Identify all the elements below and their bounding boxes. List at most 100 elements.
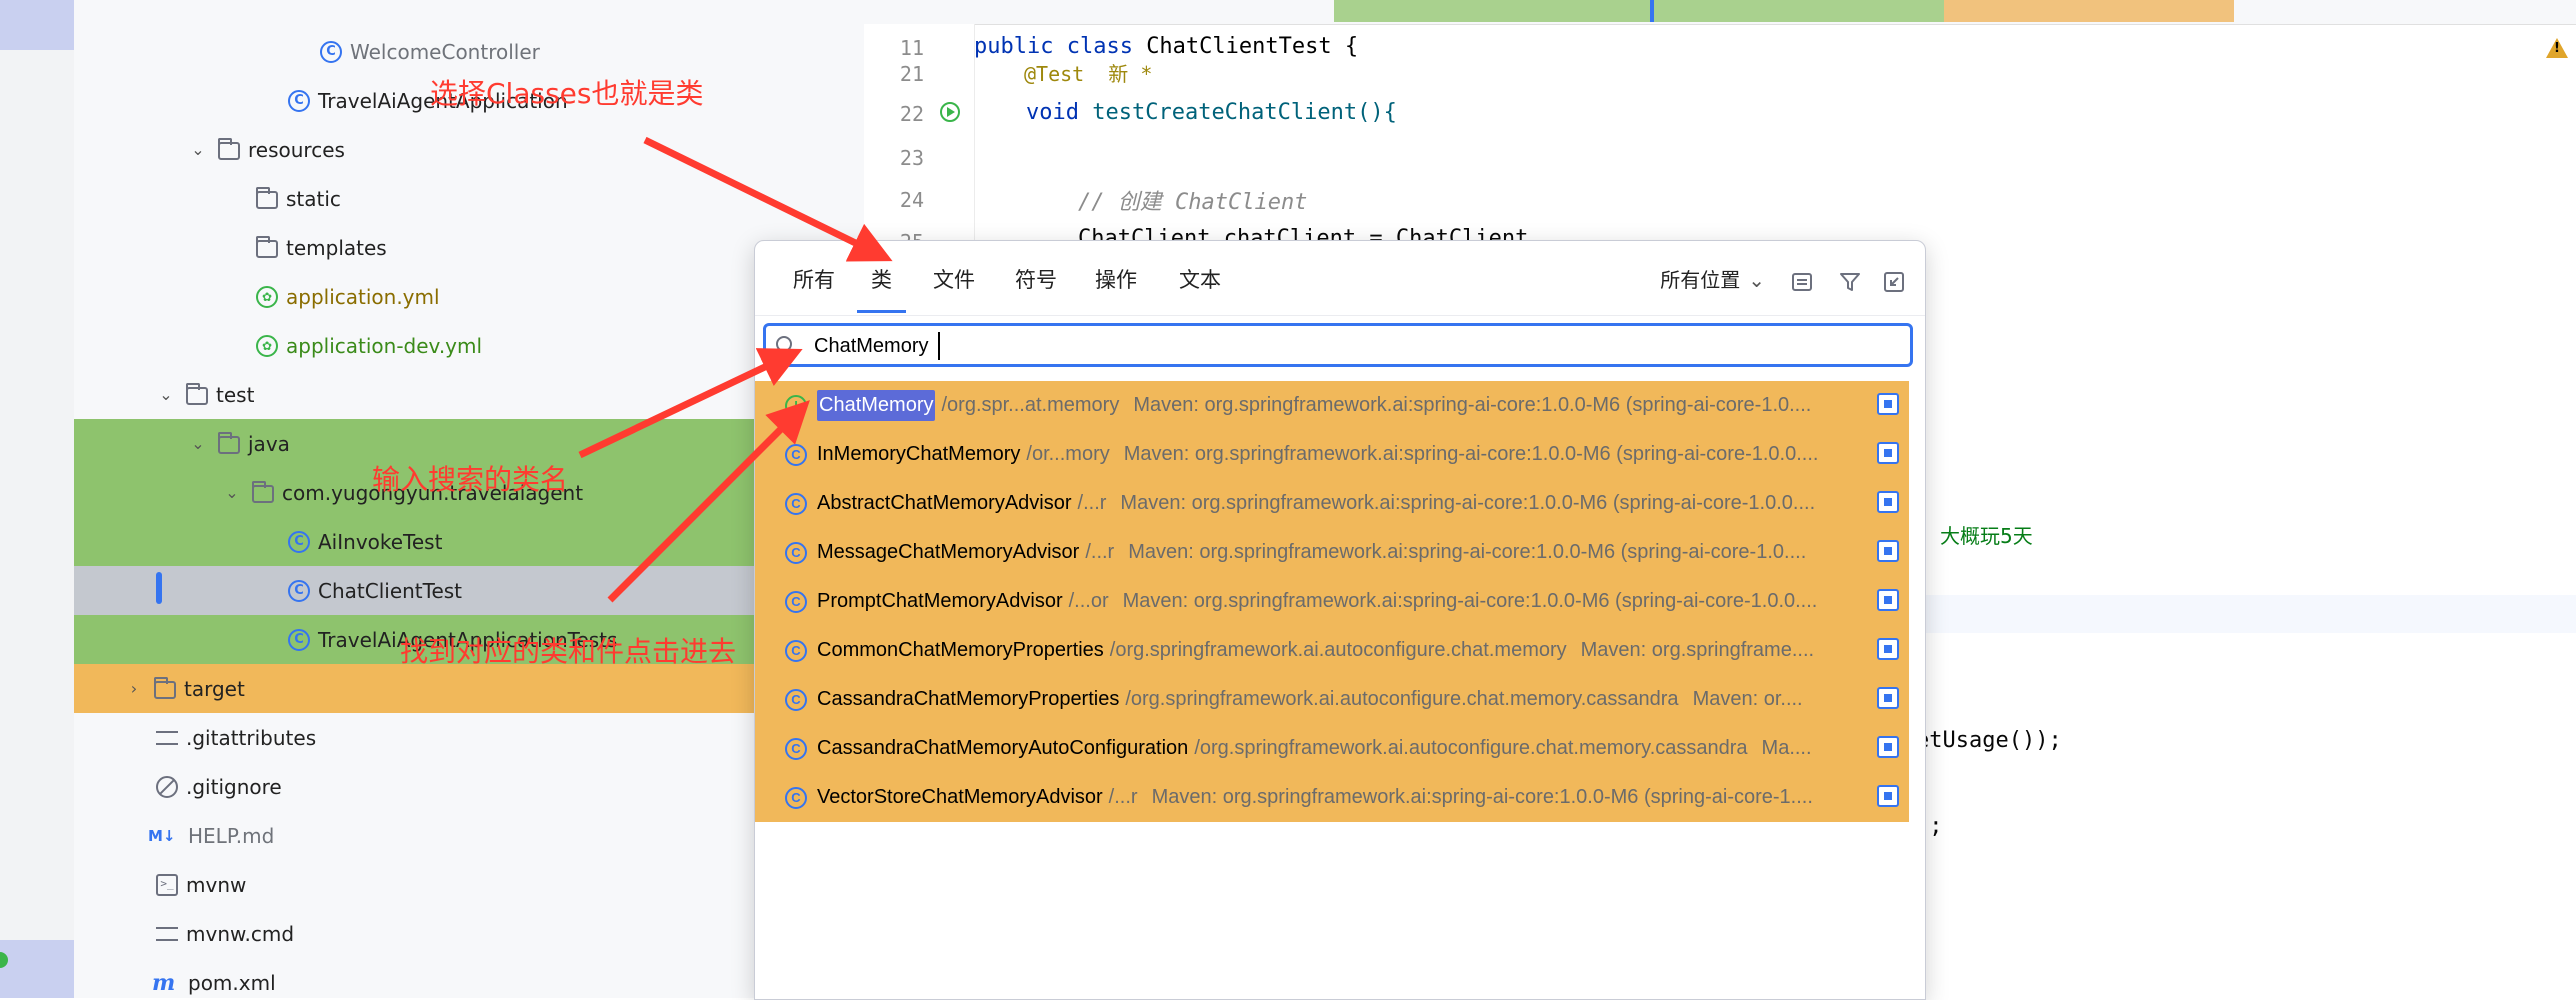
result-row[interactable]: I ChatMemory /org.spr...at.memory Maven:… — [755, 381, 1909, 430]
tree-item-templates[interactable]: templates — [74, 223, 864, 272]
text-file-icon — [156, 926, 178, 941]
search-input[interactable] — [814, 332, 1714, 360]
tree-item-aiinvoketest[interactable]: C AiInvokeTest — [74, 517, 864, 566]
result-row[interactable]: C CommonChatMemoryProperties /org.spring… — [755, 626, 1909, 675]
code-comment: // 创建 ChatClient — [1078, 190, 1308, 215]
result-name: MessageChatMemoryAdvisor — [817, 541, 1080, 563]
preview-icon[interactable] — [1791, 271, 1813, 293]
search-tabs: 所有 类 文件 符号 操作 文本 所有位置 ⌄ — [755, 241, 1925, 316]
tree-item-help-md[interactable]: M↓ HELP.md — [74, 811, 864, 860]
result-name: PromptChatMemoryAdvisor — [817, 590, 1063, 612]
search-icon[interactable] — [776, 336, 792, 352]
abstract-class-icon: C — [785, 492, 807, 515]
library-icon — [1877, 540, 1899, 562]
result-package: /org.spr...at.memory — [941, 394, 1120, 416]
code-text: ChatClientTest { — [1146, 34, 1359, 59]
resources-folder-icon — [218, 137, 240, 160]
chevron-right-icon[interactable]: › — [124, 679, 144, 698]
tree-item-pom-xml[interactable]: m pom.xml — [74, 958, 864, 998]
class-icon: C — [785, 590, 807, 613]
tree-item-welcomecontroller[interactable]: C WelcomeController — [74, 27, 864, 76]
tree-item-target[interactable]: › target — [74, 664, 864, 713]
result-row[interactable]: C AbstractChatMemoryAdvisor /...r Maven:… — [755, 479, 1909, 528]
tab-text[interactable]: 文本 — [1165, 261, 1235, 313]
result-name: InMemoryChatMemory — [817, 443, 1021, 465]
tree-item-test[interactable]: ⌄ test — [74, 370, 864, 419]
result-row[interactable]: C MessageChatMemoryAdvisor /...r Maven: … — [755, 528, 1909, 577]
result-library: Maven: org.springframework.ai:spring-ai-… — [1123, 443, 1819, 465]
project-tree: C WelcomeController C TravelAiAgentAppli… — [74, 0, 864, 998]
tool-window-strip — [0, 0, 75, 998]
result-library: Maven: org.springframework.ai:spring-ai-… — [1120, 492, 1816, 514]
code-keyword: void — [1026, 100, 1093, 125]
result-name: CommonChatMemoryProperties — [817, 639, 1104, 661]
editor-tab[interactable] — [1654, 0, 1944, 22]
result-row[interactable]: C InMemoryChatMemory /or...mory Maven: o… — [755, 430, 1909, 479]
chevron-down-icon[interactable]: ⌄ — [188, 434, 208, 453]
tab-classes[interactable]: 类 — [857, 261, 906, 313]
result-row[interactable]: C PromptChatMemoryAdvisor /...or Maven: … — [755, 577, 1909, 626]
search-box[interactable] — [763, 323, 1913, 367]
result-row[interactable]: C CassandraChatMemoryAutoConfiguration /… — [755, 724, 1909, 773]
chevron-down-icon[interactable]: ⌄ — [222, 483, 242, 502]
library-icon — [1877, 785, 1899, 807]
warning-icon[interactable] — [2546, 38, 2568, 58]
editor-tab[interactable] — [2234, 0, 2576, 22]
library-icon — [1877, 393, 1899, 415]
filter-icon[interactable] — [1839, 271, 1861, 293]
result-row[interactable]: C VectorStoreChatMemoryAdvisor /...r Mav… — [755, 773, 1909, 822]
tree-item-mvnw[interactable]: >_ mvnw — [74, 860, 864, 909]
class-icon: C — [785, 639, 807, 662]
tree-item-mvnw-cmd[interactable]: mvnw.cmd — [74, 909, 864, 958]
result-name: CassandraChatMemoryProperties — [817, 688, 1120, 710]
editor-tab[interactable] — [974, 0, 1334, 22]
code-text: testCreateChatClient(){ — [1092, 100, 1397, 125]
result-library: Maven: org.springframework.ai:spring-ai-… — [1151, 786, 1813, 808]
line-number: 23 — [899, 146, 924, 170]
spring-boot-class-icon: C — [288, 89, 310, 112]
result-name: ChatMemory — [817, 390, 936, 421]
scope-dropdown[interactable]: 所有位置 ⌄ — [1660, 261, 1765, 299]
result-library: Maven: org.springframework.ai:spring-ai-… — [1128, 541, 1807, 563]
code-fragment: 大概玩5天 — [1940, 524, 2033, 548]
annotation-input-class-name: 输入搜索的类名 — [372, 463, 569, 496]
tool-window-bottom-button[interactable] — [0, 940, 74, 998]
result-package: /org.springframework.ai.autoconfigure.ch… — [1109, 639, 1567, 661]
library-icon — [1877, 589, 1899, 611]
tab-actions[interactable]: 操作 — [1081, 261, 1151, 313]
tree-item-resources[interactable]: ⌄ resources — [74, 125, 864, 174]
tab-all[interactable]: 所有 — [779, 261, 849, 313]
tree-item-static[interactable]: static — [74, 174, 864, 223]
code-line: public class ChatClientTest { — [974, 34, 1358, 59]
tool-window-project-button[interactable] — [0, 0, 74, 50]
open-in-tool-window-icon[interactable] — [1883, 271, 1905, 293]
test-class-icon: C — [288, 628, 310, 651]
class-icon: C — [785, 737, 807, 760]
tree-item-gitignore[interactable]: .gitignore — [74, 762, 864, 811]
run-test-icon[interactable] — [940, 102, 960, 122]
markdown-icon: M↓ — [148, 826, 176, 845]
result-package: /or...mory — [1026, 443, 1110, 465]
test-class-icon: C — [288, 579, 310, 602]
chevron-down-icon[interactable]: ⌄ — [156, 385, 176, 404]
folder-icon — [256, 186, 278, 209]
tree-item-chatclienttest[interactable]: C ChatClientTest — [74, 566, 864, 615]
result-row[interactable]: C CassandraChatMemoryProperties /org.spr… — [755, 675, 1909, 724]
tree-item-gitattributes[interactable]: .gitattributes — [74, 713, 864, 762]
result-package: /org.springframework.ai.autoconfigure.ch… — [1194, 737, 1748, 759]
class-icon: C — [320, 40, 342, 63]
tab-symbols[interactable]: 符号 — [1001, 261, 1071, 313]
editor-tab[interactable] — [1944, 0, 2234, 22]
library-icon — [1877, 687, 1899, 709]
class-icon: C — [785, 541, 807, 564]
editor-tab[interactable] — [1334, 0, 1650, 22]
chevron-down-icon[interactable]: ⌄ — [188, 140, 208, 159]
tab-files[interactable]: 文件 — [919, 261, 989, 313]
class-icon: C — [785, 688, 807, 711]
class-icon: C — [785, 786, 807, 809]
text-caret — [938, 332, 940, 360]
tree-item-application-yml[interactable]: ✿ application.yml — [74, 272, 864, 321]
line-number: 11 — [899, 36, 924, 60]
text-file-icon — [156, 730, 178, 745]
tree-item-application-dev-yml[interactable]: ✿ application-dev.yml — [74, 321, 864, 370]
